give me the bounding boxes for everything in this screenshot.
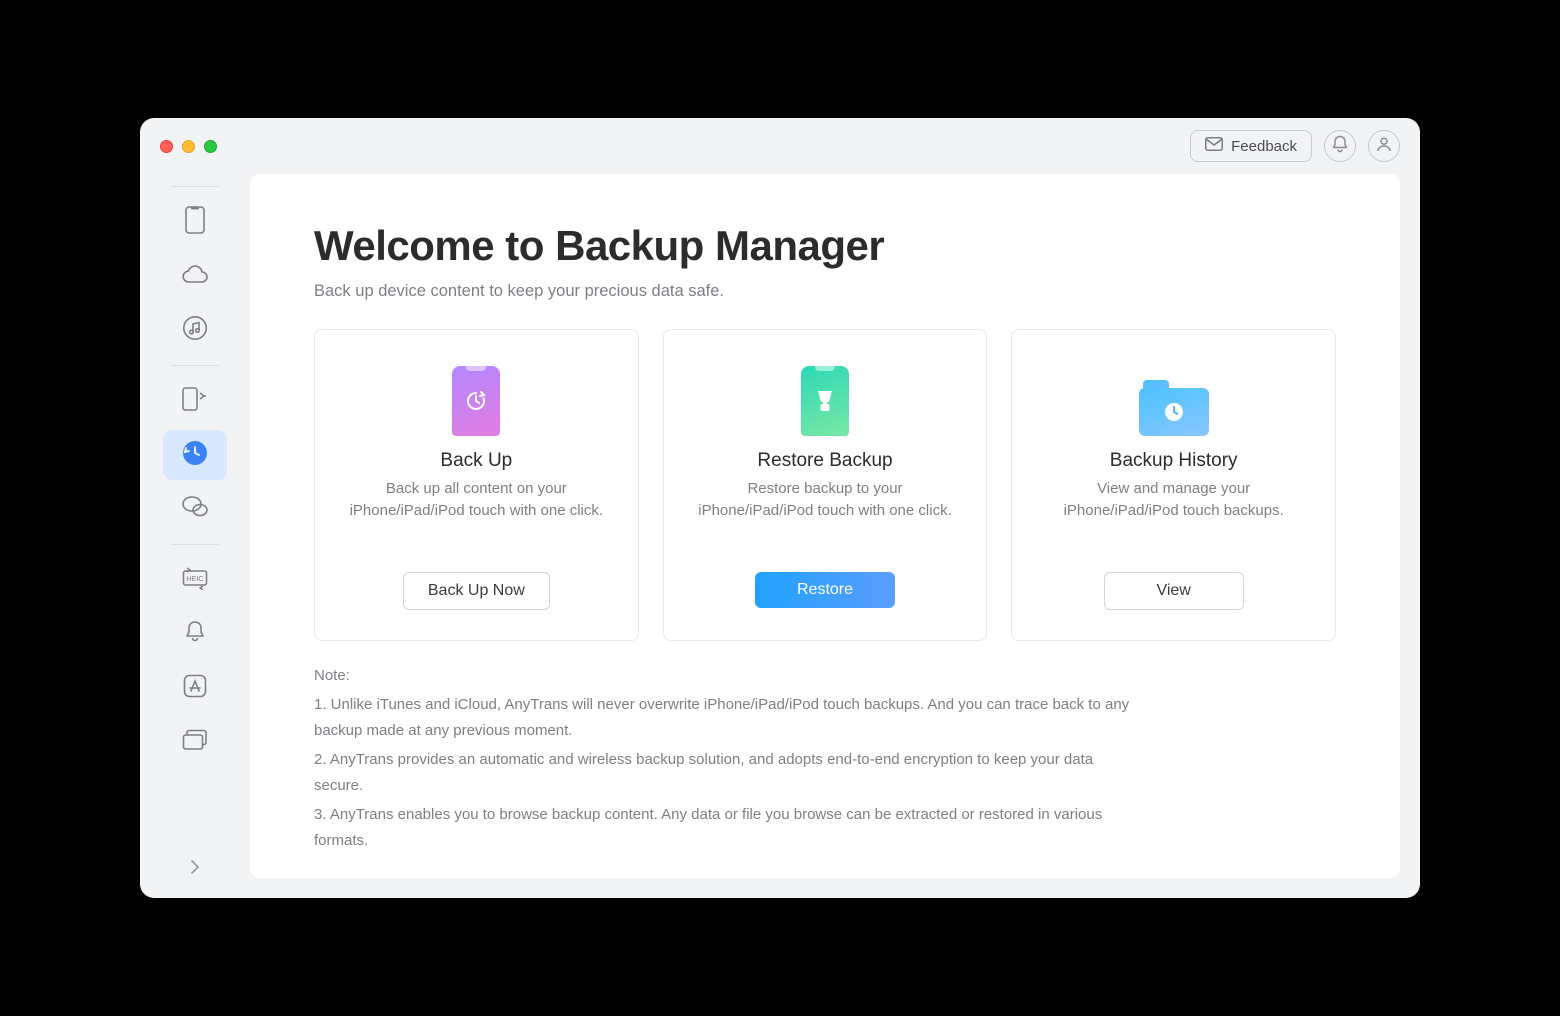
card-desc: Back up all content on your iPhone/iPad/… xyxy=(346,478,606,522)
backup-device-icon xyxy=(441,356,511,436)
backup-now-button[interactable]: Back Up Now xyxy=(403,572,550,610)
sidebar-item-music[interactable] xyxy=(163,305,227,355)
music-icon xyxy=(182,315,208,346)
traffic-lights xyxy=(160,140,217,153)
svg-text:HEIC: HEIC xyxy=(186,574,203,583)
sidebar: HEIC xyxy=(140,174,250,898)
card-desc: Restore backup to your iPhone/iPad/iPod … xyxy=(695,478,955,522)
page-subtitle: Back up device content to keep your prec… xyxy=(314,282,1336,301)
sidebar-item-transfer[interactable] xyxy=(163,376,227,426)
restore-device-icon xyxy=(790,356,860,436)
titlebar: Feedback xyxy=(140,118,1420,174)
sidebar-item-messages[interactable] xyxy=(163,484,227,534)
main-content: Welcome to Backup Manager Back up device… xyxy=(250,174,1400,878)
card-title: Back Up xyxy=(440,450,512,472)
card-title: Backup History xyxy=(1110,450,1238,472)
chevron-right-icon xyxy=(190,859,200,880)
divider xyxy=(171,186,219,187)
bell-icon xyxy=(1332,135,1348,158)
cloud-icon xyxy=(181,264,209,289)
screens-icon xyxy=(182,729,208,756)
bell-icon xyxy=(184,620,206,649)
phone-transfer-icon xyxy=(182,385,208,418)
divider xyxy=(171,365,219,366)
sidebar-item-heic-convert[interactable]: HEIC xyxy=(163,555,227,605)
minimize-window-button[interactable] xyxy=(182,140,195,153)
close-window-button[interactable] xyxy=(160,140,173,153)
feedback-label: Feedback xyxy=(1231,138,1297,155)
header-actions: Feedback xyxy=(1190,130,1400,162)
feedback-button[interactable]: Feedback xyxy=(1190,130,1312,162)
phone-icon xyxy=(185,206,205,239)
page-title: Welcome to Backup Manager xyxy=(314,222,1336,270)
notifications-button[interactable] xyxy=(1324,130,1356,162)
user-icon xyxy=(1376,136,1392,157)
card-backup: Back Up Back up all content on your iPho… xyxy=(314,329,639,641)
note-line: 3. AnyTrans enables you to browse backup… xyxy=(314,802,1134,853)
notes-section: Note: 1. Unlike iTunes and iCloud, AnyTr… xyxy=(314,663,1134,854)
sidebar-item-ringtones[interactable] xyxy=(163,609,227,659)
sidebar-item-icloud[interactable] xyxy=(163,251,227,301)
sidebar-expand-button[interactable] xyxy=(140,859,250,880)
restore-button[interactable]: Restore xyxy=(755,572,895,608)
backup-clock-icon xyxy=(182,440,208,471)
card-history: Backup History View and manage your iPho… xyxy=(1011,329,1336,641)
fullscreen-window-button[interactable] xyxy=(204,140,217,153)
divider xyxy=(171,544,219,545)
mail-icon xyxy=(1205,137,1223,155)
card-restore: Restore Backup Restore backup to your iP… xyxy=(663,329,988,641)
sidebar-item-device[interactable] xyxy=(163,197,227,247)
notes-heading: Note: xyxy=(314,663,1134,689)
sidebar-item-backup-manager[interactable] xyxy=(163,430,227,480)
sidebar-item-app-downloader[interactable] xyxy=(163,663,227,713)
app-window: Feedback xyxy=(140,118,1420,898)
heic-icon: HEIC xyxy=(181,566,209,595)
feature-cards: Back Up Back up all content on your iPho… xyxy=(314,329,1336,641)
note-line: 1. Unlike iTunes and iCloud, AnyTrans wi… xyxy=(314,692,1134,743)
account-button[interactable] xyxy=(1368,130,1400,162)
view-button[interactable]: View xyxy=(1104,572,1244,610)
chat-icon xyxy=(181,495,209,524)
app-store-icon xyxy=(183,674,207,703)
history-folder-icon xyxy=(1139,356,1209,436)
card-desc: View and manage your iPhone/iPad/iPod to… xyxy=(1044,478,1304,522)
note-line: 2. AnyTrans provides an automatic and wi… xyxy=(314,747,1134,798)
card-title: Restore Backup xyxy=(757,450,892,472)
sidebar-item-screen-mirror[interactable] xyxy=(163,717,227,767)
